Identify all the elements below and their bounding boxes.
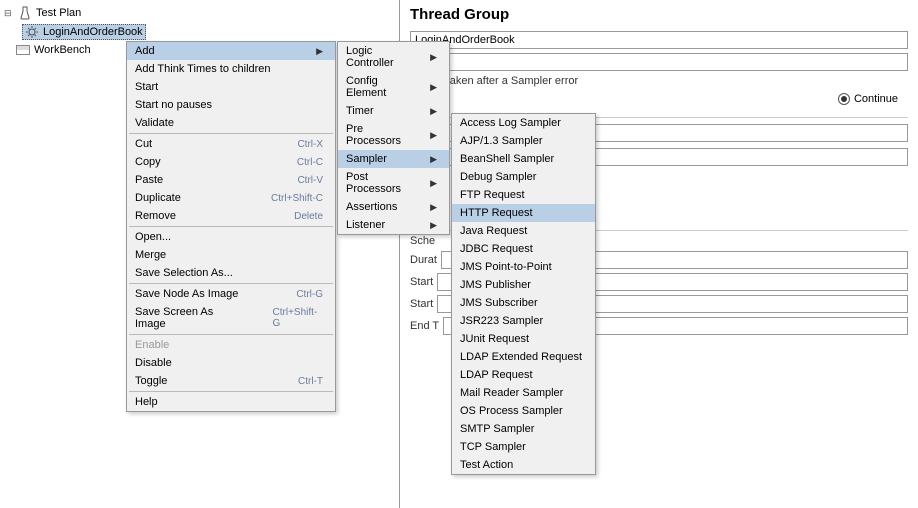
submenu-listener[interactable]: Listener▶ — [338, 216, 449, 234]
menu-paste[interactable]: PasteCtrl-V — [127, 171, 335, 189]
menu-toggle[interactable]: ToggleCtrl-T — [127, 372, 335, 390]
chevron-right-icon: ▶ — [430, 154, 437, 165]
menu-save-selection[interactable]: Save Selection As... — [127, 264, 335, 282]
menu-separator — [129, 133, 333, 134]
sampler-jms-point[interactable]: JMS Point-to-Point — [452, 258, 595, 276]
menu-cut[interactable]: CutCtrl-X — [127, 135, 335, 153]
submenu-assertions[interactable]: Assertions▶ — [338, 198, 449, 216]
endt-label: End T — [410, 320, 439, 332]
sampler-jdbc[interactable]: JDBC Request — [452, 240, 595, 258]
menu-add-think[interactable]: Add Think Times to children — [127, 60, 335, 78]
sampler-beanshell[interactable]: BeanShell Sampler — [452, 150, 595, 168]
chevron-right-icon: ▶ — [430, 82, 437, 93]
chevron-right-icon: ▶ — [430, 52, 437, 63]
menu-duplicate[interactable]: DuplicateCtrl+Shift-C — [127, 189, 335, 207]
submenu-timer[interactable]: Timer▶ — [338, 102, 449, 120]
chevron-right-icon: ▶ — [316, 46, 323, 57]
menu-start[interactable]: Start — [127, 78, 335, 96]
gear-icon — [25, 25, 39, 39]
sampler-tcp[interactable]: TCP Sampler — [452, 438, 595, 456]
menu-save-screen[interactable]: Save Screen As ImageCtrl+Shift-G — [127, 303, 335, 333]
submenu-pre[interactable]: Pre Processors▶ — [338, 120, 449, 150]
sampler-ldap-ext[interactable]: LDAP Extended Request — [452, 348, 595, 366]
sampler-os-proc[interactable]: OS Process Sampler — [452, 402, 595, 420]
sampler-access-log[interactable]: Access Log Sampler — [452, 114, 595, 132]
menu-add[interactable]: Add▶ — [127, 42, 335, 60]
menu-merge[interactable]: Merge — [127, 246, 335, 264]
tree-workbench-label: WorkBench — [34, 44, 91, 56]
start-label: Start — [410, 276, 433, 288]
menu-validate[interactable]: Validate — [127, 114, 335, 132]
add-submenu: Logic Controller▶ Config Element▶ Timer▶… — [337, 41, 450, 235]
menu-separator — [129, 283, 333, 284]
start2-label: Start — [410, 298, 433, 310]
chevron-right-icon: ▶ — [430, 106, 437, 117]
menu-help[interactable]: Help — [127, 393, 335, 411]
submenu-post[interactable]: Post Processors▶ — [338, 168, 449, 198]
sampler-jsr223[interactable]: JSR223 Sampler — [452, 312, 595, 330]
chevron-right-icon: ▶ — [430, 178, 437, 189]
submenu-sampler[interactable]: Sampler▶ — [338, 150, 449, 168]
menu-disable[interactable]: Disable — [127, 354, 335, 372]
sche-label: Sche — [410, 235, 435, 247]
panel-title: Thread Group — [410, 6, 908, 23]
sampler-java[interactable]: Java Request — [452, 222, 595, 240]
continue-label: Continue — [854, 93, 898, 105]
submenu-logic[interactable]: Logic Controller▶ — [338, 42, 449, 72]
tree-root-label: Test Plan — [36, 7, 81, 19]
durat-label: Durat — [410, 254, 437, 266]
sampler-jms-sub[interactable]: JMS Subscriber — [452, 294, 595, 312]
comments-input[interactable] — [438, 53, 908, 71]
chevron-right-icon: ▶ — [430, 220, 437, 231]
sampler-http[interactable]: HTTP Request — [452, 204, 595, 222]
tree-root[interactable]: ⊟ Test Plan — [4, 4, 395, 22]
continue-radio[interactable] — [838, 93, 850, 105]
menu-separator — [129, 334, 333, 335]
table-icon — [16, 45, 30, 55]
menu-separator — [129, 226, 333, 227]
chevron-right-icon: ▶ — [430, 130, 437, 141]
sampler-jms-pub[interactable]: JMS Publisher — [452, 276, 595, 294]
menu-open[interactable]: Open... — [127, 228, 335, 246]
sampler-ajp[interactable]: AJP/1.3 Sampler — [452, 132, 595, 150]
name-input[interactable] — [410, 31, 908, 49]
flask-icon — [18, 6, 32, 20]
sampler-submenu: Access Log Sampler AJP/1.3 Sampler BeanS… — [451, 113, 596, 475]
sampler-debug[interactable]: Debug Sampler — [452, 168, 595, 186]
menu-start-no-pauses[interactable]: Start no pauses — [127, 96, 335, 114]
submenu-config[interactable]: Config Element▶ — [338, 72, 449, 102]
sampler-junit[interactable]: JUnit Request — [452, 330, 595, 348]
tree-thread-group[interactable]: LoginAndOrderBook — [22, 22, 395, 42]
sampler-smtp[interactable]: SMTP Sampler — [452, 420, 595, 438]
sampler-mail[interactable]: Mail Reader Sampler — [452, 384, 595, 402]
menu-copy[interactable]: CopyCtrl-C — [127, 153, 335, 171]
sampler-test-action[interactable]: Test Action — [452, 456, 595, 474]
chevron-right-icon: ▶ — [430, 202, 437, 213]
menu-enable: Enable — [127, 336, 335, 354]
sampler-ftp[interactable]: FTP Request — [452, 186, 595, 204]
context-menu: Add▶ Add Think Times to children Start S… — [126, 41, 336, 412]
menu-separator — [129, 391, 333, 392]
sampler-ldap[interactable]: LDAP Request — [452, 366, 595, 384]
menu-save-node[interactable]: Save Node As ImageCtrl-G — [127, 285, 335, 303]
menu-remove[interactable]: RemoveDelete — [127, 207, 335, 225]
tree-thread-group-label: LoginAndOrderBook — [43, 26, 143, 38]
collapse-icon[interactable]: ⊟ — [4, 8, 14, 19]
